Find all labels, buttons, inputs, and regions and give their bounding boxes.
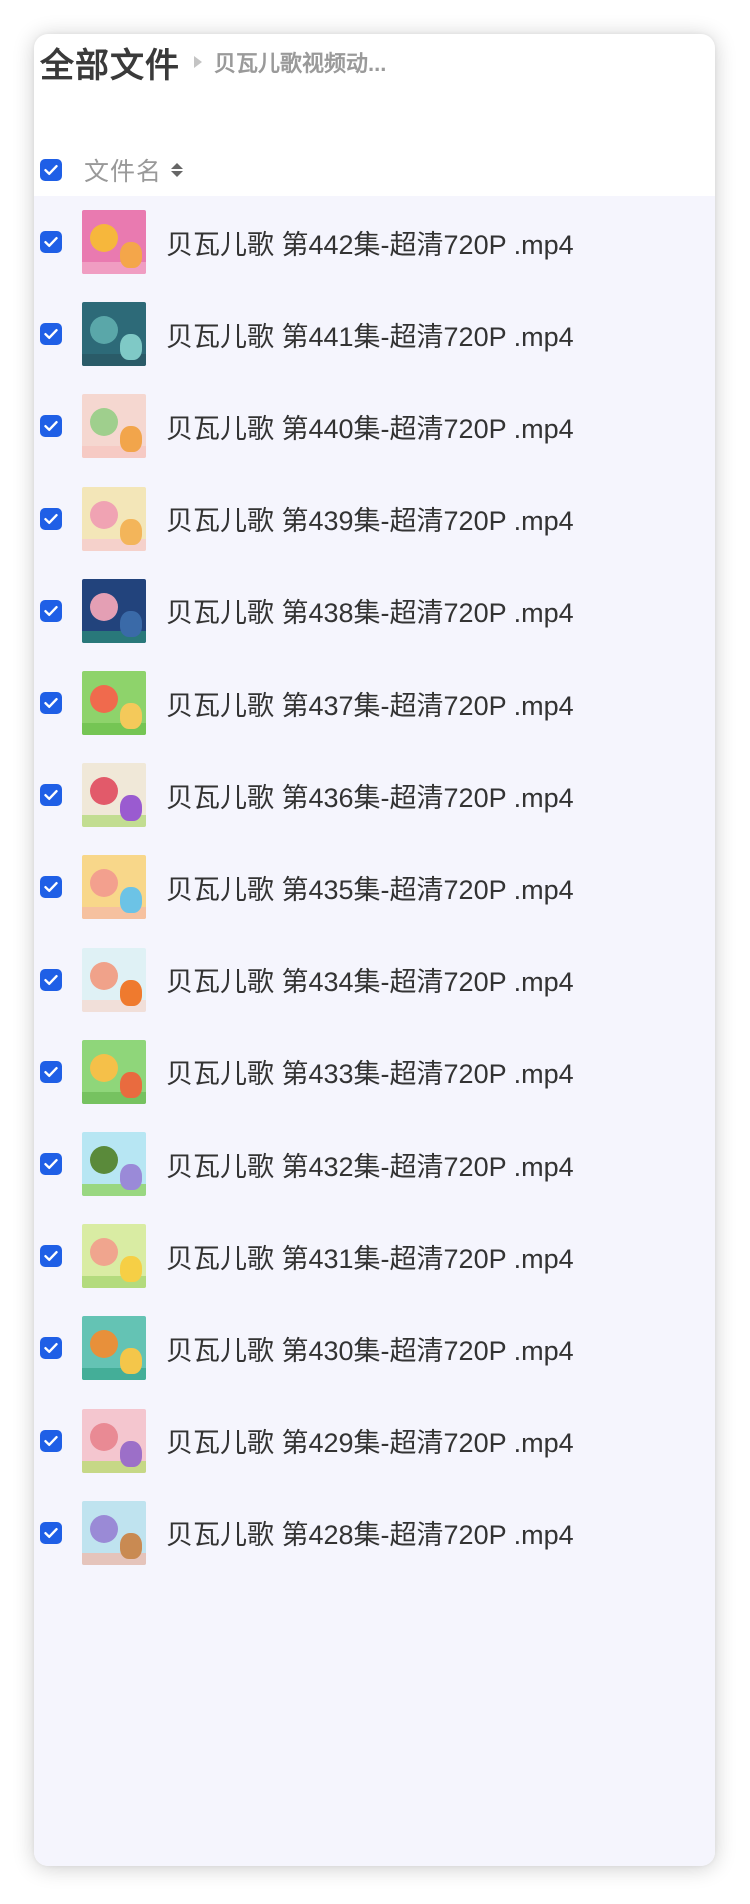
file-checkbox[interactable] <box>40 1337 62 1360</box>
file-checkbox[interactable] <box>40 1521 62 1544</box>
check-icon <box>44 165 58 175</box>
check-icon <box>44 882 58 893</box>
video-thumbnail[interactable] <box>82 763 146 828</box>
file-name[interactable]: 贝瓦儿歌 第435集-超清720P .mp4 <box>166 868 574 907</box>
video-thumbnail[interactable] <box>82 947 146 1012</box>
video-thumbnail[interactable] <box>82 1500 146 1565</box>
check-icon <box>44 605 58 616</box>
file-checkbox[interactable] <box>40 1060 62 1083</box>
caret-right-icon <box>194 56 202 68</box>
check-icon <box>44 698 58 708</box>
file-name[interactable]: 贝瓦儿歌 第442集-超清720P .mp4 <box>166 223 574 262</box>
video-thumbnail[interactable] <box>82 1039 146 1104</box>
file-checkbox[interactable] <box>40 323 62 346</box>
check-icon <box>44 1435 58 1446</box>
file-name[interactable]: 贝瓦儿歌 第441集-超清720P .mp4 <box>166 315 574 354</box>
file-list: 贝瓦儿歌 第442集-超清720P .mp4 贝瓦儿歌 第441集-超清720P … <box>34 196 715 1866</box>
video-thumbnail[interactable] <box>82 1316 146 1381</box>
video-thumbnail[interactable] <box>82 302 146 367</box>
file-checkbox[interactable] <box>40 415 62 438</box>
check-icon <box>44 974 58 985</box>
file-checkbox[interactable] <box>40 692 62 714</box>
check-icon <box>44 1251 58 1262</box>
video-thumbnail[interactable] <box>82 1132 146 1196</box>
file-name[interactable]: 贝瓦儿歌 第438集-超清720P .mp4 <box>166 591 574 630</box>
breadcrumb-root-link[interactable]: 全部文件 <box>40 38 180 87</box>
file-name[interactable]: 贝瓦儿歌 第437集-超清720P .mp4 <box>166 684 574 723</box>
check-icon <box>44 237 58 247</box>
video-thumbnail[interactable] <box>82 578 146 643</box>
file-checkbox[interactable] <box>40 1429 62 1452</box>
column-header-filename[interactable]: 文件名 <box>84 152 162 188</box>
file-checkbox[interactable] <box>40 507 62 530</box>
breadcrumb-current-folder: 贝瓦儿歌视频动... <box>214 51 387 76</box>
file-checkbox[interactable] <box>40 876 62 899</box>
video-thumbnail[interactable] <box>82 671 146 735</box>
file-name[interactable]: 贝瓦儿歌 第434集-超清720P .mp4 <box>166 960 574 999</box>
file-name[interactable]: 贝瓦儿歌 第439集-超清720P .mp4 <box>166 499 574 538</box>
check-icon <box>44 1527 58 1538</box>
file-name[interactable]: 贝瓦儿歌 第430集-超清720P .mp4 <box>166 1329 574 1368</box>
check-icon <box>44 421 58 432</box>
file-checkbox[interactable] <box>40 1245 62 1268</box>
check-icon <box>44 1343 58 1354</box>
video-thumbnail[interactable] <box>82 1408 146 1473</box>
check-icon <box>44 1066 58 1077</box>
file-checkbox[interactable] <box>40 231 62 253</box>
check-icon <box>44 790 58 801</box>
video-thumbnail[interactable] <box>82 855 146 920</box>
file-checkbox[interactable] <box>40 1153 62 1175</box>
file-name[interactable]: 贝瓦儿歌 第432集-超清720P .mp4 <box>166 1145 574 1184</box>
video-thumbnail[interactable] <box>82 394 146 459</box>
video-thumbnail[interactable] <box>82 210 146 274</box>
file-list-panel: 全部文件 贝瓦儿歌视频动... 文件名 贝瓦儿歌 第442集-超清720P .m… <box>34 34 715 1866</box>
check-icon <box>44 329 58 340</box>
file-checkbox[interactable] <box>40 784 62 807</box>
file-checkbox[interactable] <box>40 968 62 991</box>
file-name[interactable]: 贝瓦儿歌 第428集-超清720P .mp4 <box>166 1513 574 1552</box>
file-checkbox[interactable] <box>40 599 62 622</box>
video-thumbnail[interactable] <box>82 486 146 551</box>
video-thumbnail[interactable] <box>82 1224 146 1289</box>
file-row[interactable]: 贝瓦儿歌 第428集-超清720P .mp4 <box>34 1477 715 1589</box>
file-name[interactable]: 贝瓦儿歌 第429集-超清720P .mp4 <box>166 1421 574 1460</box>
file-name[interactable]: 贝瓦儿歌 第436集-超清720P .mp4 <box>166 776 574 815</box>
file-name[interactable]: 贝瓦儿歌 第431集-超清720P .mp4 <box>166 1237 574 1276</box>
file-name[interactable]: 贝瓦儿歌 第440集-超清720P .mp4 <box>166 407 574 446</box>
select-all-checkbox[interactable] <box>40 159 62 181</box>
check-icon <box>44 1159 58 1169</box>
breadcrumb: 全部文件 贝瓦儿歌视频动... <box>40 36 386 88</box>
check-icon <box>44 513 58 524</box>
sort-icon[interactable] <box>171 163 184 177</box>
file-name[interactable]: 贝瓦儿歌 第433集-超清720P .mp4 <box>166 1052 574 1091</box>
